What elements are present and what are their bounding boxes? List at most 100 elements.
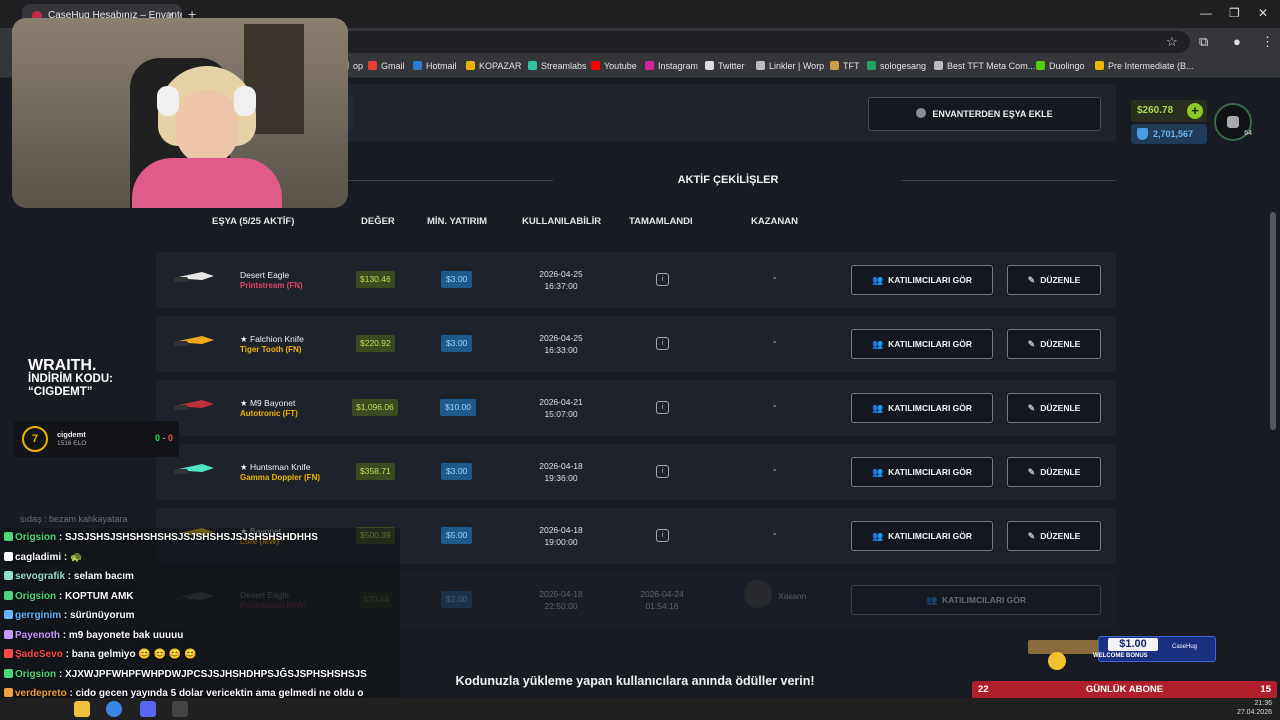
usable-date: 2026-04-18 19:00:00 xyxy=(526,524,596,548)
info-icon[interactable]: i xyxy=(656,273,669,286)
extensions-icon[interactable]: ⧉ xyxy=(1199,34,1208,50)
view-participants-button[interactable]: 👥 KATILIMCILARI GÖR xyxy=(851,265,993,295)
table-row: ★ Falchion Knife Tiger Tooth (FN) $220.92 $… xyxy=(156,316,1116,372)
view-participants-label: KATILIMCILARI GÖR xyxy=(888,339,973,349)
usable-date: 2026-04-18 19:36:00 xyxy=(526,460,596,484)
item-name: ★ Falchion Knife xyxy=(240,334,304,344)
usable-date-time: 16:33:00 xyxy=(544,345,578,355)
bookmark-13[interactable]: Pre Intermediate (B... xyxy=(1095,61,1194,71)
usable-date: 2026-04-25 16:37:00 xyxy=(526,268,596,292)
coin-icon xyxy=(1048,652,1066,670)
faceit-losses: 0 xyxy=(167,433,173,443)
divider-left xyxy=(348,180,553,181)
info-icon[interactable]: i xyxy=(656,337,669,350)
chat-message: Payenoth : m9 bayonete bak uuuuu xyxy=(4,629,183,641)
edit-button[interactable]: ✎ DÜZENLE xyxy=(1007,329,1101,359)
bookmark-9[interactable]: TFT xyxy=(830,61,860,71)
add-from-inventory-button[interactable]: ENVANTERDEN EŞYA EKLE xyxy=(868,97,1101,131)
close-window-icon[interactable]: ✕ xyxy=(1258,6,1268,20)
address-bar[interactable] xyxy=(340,31,1190,53)
chat-username: Origsion xyxy=(15,532,57,543)
file-explorer-icon[interactable] xyxy=(74,701,90,717)
item-skin: Tiger Tooth (FN) xyxy=(240,345,302,354)
edit-button[interactable]: ✎ DÜZENLE xyxy=(1007,521,1101,551)
bookmark-11[interactable]: Best TFT Meta Com... xyxy=(934,61,1035,71)
chat-text: : 🐢 xyxy=(61,551,83,563)
bookmark-12[interactable]: Duolingo xyxy=(1036,61,1085,71)
chat-username: sevografik xyxy=(15,571,66,582)
item-image xyxy=(174,336,214,346)
faceit-level-badge: 7 xyxy=(22,426,48,452)
view-participants-button[interactable]: 👥 KATILIMCILARI GÖR xyxy=(851,393,993,423)
balance-display: $260.78 + xyxy=(1131,100,1207,122)
bookmark-3[interactable]: KOPAZAR xyxy=(466,61,521,71)
users-icon: 👥 xyxy=(871,531,884,541)
pencil-icon: ✎ xyxy=(1027,339,1036,349)
min-deposit-badge: $3.00 xyxy=(441,271,473,288)
bookmark-6[interactable]: Instagram xyxy=(645,61,698,71)
minimize-icon[interactable]: — xyxy=(1200,6,1212,20)
chat-badge-icon xyxy=(4,590,13,600)
table-row: Desert Eagle Printstream (FN) $130.46 $3.00… xyxy=(156,252,1116,308)
bookmark-favicon-icon xyxy=(705,61,714,70)
chrome-icon[interactable] xyxy=(106,701,122,717)
edit-button[interactable]: ✎ DÜZENLE xyxy=(1007,265,1101,295)
bookmark-10[interactable]: sologesang xyxy=(867,61,926,71)
info-icon[interactable]: i xyxy=(656,529,669,542)
view-participants-button[interactable]: 👥 KATILIMCILARI GÖR xyxy=(851,329,993,359)
view-participants-button[interactable]: 👥 KATILIMCILARI GÖR xyxy=(851,457,993,487)
bookmark-label: Hotmail xyxy=(426,61,457,71)
edit-label: DÜZENLE xyxy=(1040,467,1081,477)
profile-avatar-icon[interactable]: ● xyxy=(1233,34,1241,49)
plus-circle-icon xyxy=(916,108,927,118)
chat-username: gerrginim xyxy=(15,610,62,621)
browser-menu-icon[interactable]: ⋮ xyxy=(1261,34,1274,50)
pencil-icon: ✎ xyxy=(1027,467,1036,477)
bookmark-1[interactable]: Gmail xyxy=(368,61,405,71)
table-row: ★ Huntsman Knife Gamma Doppler (FN) $358.7… xyxy=(156,444,1116,500)
add-funds-button[interactable]: + xyxy=(1187,103,1203,119)
faceit-widget: 7 cigdemt 1516 ELO 0 - 0 xyxy=(14,421,179,457)
section-title: AKTİF ÇEKİLİŞLER xyxy=(340,174,1116,186)
info-icon[interactable]: i xyxy=(656,465,669,478)
streamer-face xyxy=(176,90,238,164)
min-deposit-badge: $5.00 xyxy=(441,527,473,544)
bookmark-7[interactable]: Twitter xyxy=(705,61,745,71)
chat-badge-icon xyxy=(4,610,13,619)
user-avatar[interactable]: 64 xyxy=(1214,103,1252,141)
footer-promo-text: Kodunuzla yükleme yapan kullanıcılara an… xyxy=(455,674,815,688)
maximize-icon[interactable]: ❐ xyxy=(1229,6,1240,20)
col-value: DEĞER xyxy=(361,216,395,227)
item-value-badge: $358.71 xyxy=(356,463,395,480)
usable-date-time: 22:50:00 xyxy=(544,601,578,611)
chat-badge-icon xyxy=(4,649,13,658)
system-clock[interactable]: 21:36 27.04.2026 xyxy=(1237,699,1272,717)
bookmark-8[interactable]: Linkler | Worp xyxy=(756,61,824,71)
balance-value: $260.78 xyxy=(1137,105,1174,116)
bookmark-star-icon[interactable]: ☆ xyxy=(1166,34,1178,50)
chat-text: : sürünüyorum xyxy=(61,610,135,621)
bookmark-4[interactable]: Streamlabs xyxy=(528,61,587,71)
edit-button[interactable]: ✎ DÜZENLE xyxy=(1007,393,1101,423)
item-image xyxy=(174,400,214,410)
edit-button[interactable]: ✎ DÜZENLE xyxy=(1007,457,1101,487)
users-icon: 👥 xyxy=(871,467,884,477)
user-level: 64 xyxy=(1244,130,1252,137)
obs-icon[interactable] xyxy=(172,701,188,717)
bookmark-5[interactable]: Youtube xyxy=(591,61,637,71)
chat-badge-icon xyxy=(4,571,13,580)
page-scrollbar[interactable] xyxy=(1270,212,1276,430)
view-participants-button[interactable]: 👥 KATILIMCILARI GÖR xyxy=(851,585,1101,615)
faceit-elo: 1516 ELO xyxy=(57,440,87,447)
min-deposit-badge: $3.00 xyxy=(441,463,473,480)
chat-message: Origsion : XJXWJPFWHPFWHPDWJPCSJSJHSHDHP… xyxy=(4,668,367,680)
headphone-left-icon xyxy=(157,86,179,116)
discord-icon[interactable] xyxy=(140,701,156,717)
item-skin: Printstream (FN) xyxy=(240,281,303,290)
usable-date-day: 2026-04-18 xyxy=(539,589,583,599)
view-participants-button[interactable]: 👥 KATILIMCILARI GÖR xyxy=(851,521,993,551)
info-icon[interactable]: i xyxy=(656,401,669,414)
bookmark-2[interactable]: Hotmail xyxy=(413,61,457,71)
completed-date-day: 2026-04-24 xyxy=(640,589,684,599)
promo-code: “CIGDEMT” xyxy=(28,386,93,398)
